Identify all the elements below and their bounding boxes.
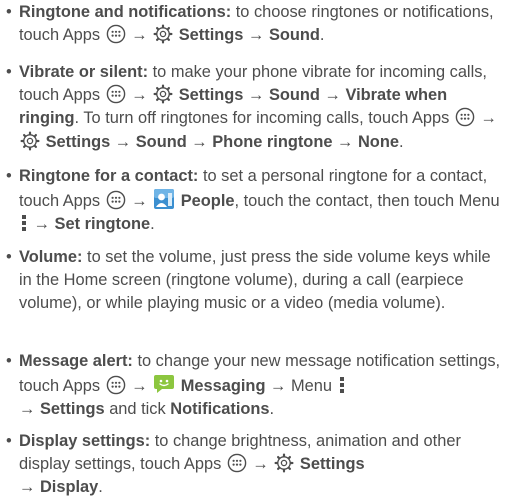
list-item-ringtone-contact: • Ringtone for a contact: to set a perso… — [6, 167, 500, 234]
apps-icon — [106, 84, 126, 104]
settings-gear-icon — [20, 131, 40, 151]
bullet: • — [6, 352, 12, 370]
bullet: • — [6, 167, 12, 185]
apps-icon — [106, 24, 126, 44]
apps-icon — [455, 107, 475, 127]
apps-icon — [106, 375, 126, 395]
document-page: • Ringtone and notifications: to choose … — [0, 0, 505, 497]
bullet: • — [6, 63, 12, 81]
item-title: Ringtone and notifications: — [19, 3, 232, 21]
bullet: • — [6, 248, 12, 266]
item-title: Display settings: — [19, 432, 151, 450]
settings-gear-icon — [153, 84, 173, 104]
menu-dots-icon — [20, 213, 28, 233]
arrow: → — [131, 26, 148, 45]
bullet: • — [6, 432, 12, 450]
apps-icon — [106, 190, 126, 210]
list-item-display-settings: • Display settings: to change brightness… — [6, 432, 461, 497]
list-item-volume: • Volume: to set the volume, just press … — [6, 248, 491, 313]
menu-dots-icon — [338, 375, 346, 395]
list-item-ringtone-notifications: • Ringtone and notifications: to choose … — [6, 3, 494, 45]
item-title: Volume: — [19, 248, 83, 266]
bullet: • — [6, 3, 12, 21]
people-app-icon — [153, 188, 175, 210]
list-item-message-alert: • Message alert: to change your new mess… — [6, 352, 501, 419]
settings-gear-icon — [274, 453, 294, 473]
item-title: Vibrate or silent: — [19, 63, 149, 81]
messaging-app-icon — [153, 373, 175, 395]
item-title: Ringtone for a contact: — [19, 167, 199, 185]
item-title: Message alert: — [19, 352, 133, 370]
settings-gear-icon — [153, 24, 173, 44]
list-item-vibrate-silent: • Vibrate or silent: to make your phone … — [6, 63, 497, 151]
apps-icon — [227, 453, 247, 473]
